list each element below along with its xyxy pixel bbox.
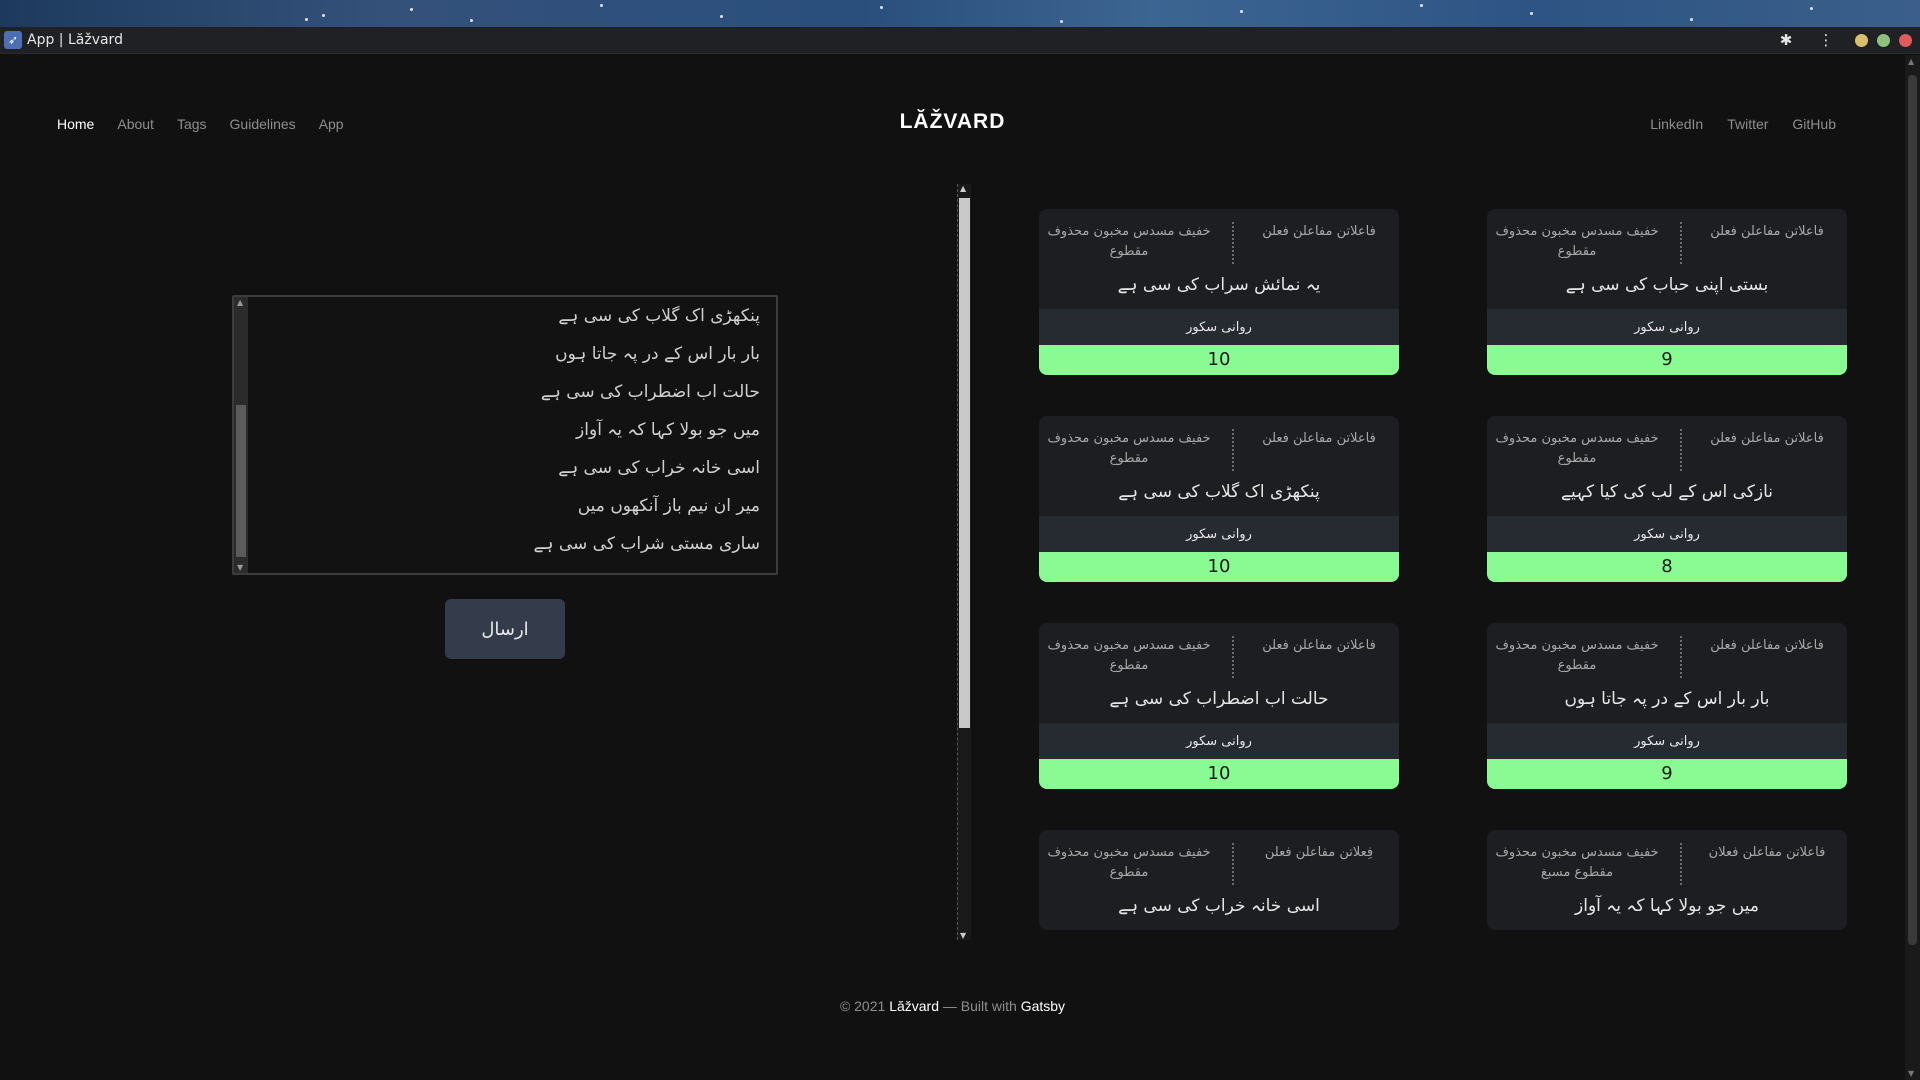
textarea-content: پنکھڑی اک گلاب کی سی ہے بار بار اس کے در…: [534, 297, 760, 563]
score-value: 8: [1487, 552, 1847, 582]
scrollbar-thumb[interactable]: [959, 198, 970, 728]
scroll-up-icon[interactable]: ▲: [237, 298, 243, 307]
verse-text: اسی خانہ خراب کی سی ہے: [1118, 896, 1320, 916]
poem-line: پنکھڑی اک گلاب کی سی ہے: [558, 306, 760, 326]
score-label: روانی سکور: [1487, 723, 1847, 759]
verse-text: بستی اپنی حباب کی سی ہے: [1565, 275, 1769, 295]
footer-built-with: — Built with: [939, 998, 1021, 1014]
verse-text: حالت اب اضطراب کی سی ہے: [1109, 689, 1329, 709]
verse-text: بار بار اس کے در پہ جاتا ہوں: [1564, 689, 1770, 709]
window-title: App | Lăžvard: [27, 32, 123, 48]
meter-pattern: فِعلاتن مفاعلن فعلن: [1264, 845, 1374, 860]
meter-pattern: فاعلاتن مفاعلن فعلن: [1262, 638, 1376, 653]
meter-pattern: فاعلاتن مفاعلن فعلن: [1710, 224, 1824, 239]
score-label: روانی سکور: [1039, 309, 1399, 345]
nav-github[interactable]: GitHub: [1792, 116, 1836, 132]
result-card: خفیف مسدس مخبون محذوف مقطوع فاعلاتن مفاعل…: [1487, 416, 1847, 582]
meter-pattern: فاعلاتن مفاعلن فعلن: [1710, 431, 1824, 446]
maximize-button[interactable]: [1877, 33, 1890, 47]
footer: © 2021 Lăžvard — Built with Gatsby: [0, 998, 1905, 1014]
app-icon: ➶: [4, 31, 22, 49]
desktop-wallpaper: [0, 0, 1920, 27]
divider: [1232, 222, 1234, 264]
meter-pattern: فاعلاتن مفاعلن فعلن: [1710, 638, 1824, 653]
poem-line: میں جو بولا کہا کہ یہ آواز: [576, 420, 760, 440]
score-value: 10: [1039, 345, 1399, 375]
scroll-down-icon[interactable]: ▼: [237, 563, 243, 572]
meter-name: خفیف مسدس مخبون محذوف مقطوع مسبغ: [1495, 845, 1659, 880]
score-value: 10: [1039, 759, 1399, 789]
result-card: خفیف مسدس مخبون محذوف مقطوع فاعلاتن مفاعل…: [1039, 416, 1399, 582]
result-card: خفیف مسدس مخبون محذوف مقطوع فِعلاتن مفاعل…: [1039, 830, 1399, 930]
results-grid: خفیف مسدس مخبون محذوف مقطوع فاعلاتن مفاعل…: [1039, 209, 1847, 940]
poem-line: حالت اب اضطراب کی سی ہے: [540, 382, 760, 402]
submit-button[interactable]: ارسال: [445, 599, 565, 659]
footer-brand-link[interactable]: Lăžvard: [889, 998, 939, 1014]
poem-line: میر ان نیم باز آنکھوں میں: [577, 496, 760, 516]
meter-pattern: فاعلاتن مفاعلن فعلن: [1262, 431, 1376, 446]
result-card: خفیف مسدس مخبون محذوف مقطوع فاعلاتن مفاعل…: [1487, 623, 1847, 789]
scrollbar-thumb[interactable]: [236, 405, 246, 557]
close-button[interactable]: [1899, 33, 1912, 47]
score-value: 9: [1487, 759, 1847, 789]
meter-name: خفیف مسدس مخبون محذوف مقطوع: [1047, 638, 1211, 673]
score-value: 10: [1039, 552, 1399, 582]
verse-text: میں جو بولا کہا کہ یہ آواز: [1575, 896, 1759, 916]
poem-line: ساری مستی شراب کی سی ہے: [533, 534, 760, 554]
site-brand[interactable]: LĂŽVARD: [0, 110, 1905, 134]
divider: [1232, 843, 1234, 885]
meter-pattern: فاعلاتن مفاعلن فعلن: [1262, 224, 1376, 239]
verse-text: یہ نمائش سراب کی سی ہے: [1117, 275, 1321, 295]
score-value: 9: [1487, 345, 1847, 375]
meter-name: خفیف مسدس مخبون محذوف مقطوع: [1047, 224, 1211, 259]
meter-name: خفیف مسدس مخبون محذوف مقطوع: [1495, 431, 1659, 466]
meter-name: خفیف مسدس مخبون محذوف مقطوع: [1495, 224, 1659, 259]
meter-name: خفیف مسدس مخبون محذوف مقطوع: [1047, 845, 1211, 880]
divider: [1680, 222, 1682, 264]
divider: [1232, 429, 1234, 471]
divider: [1680, 429, 1682, 471]
scroll-up-icon[interactable]: ▲: [960, 184, 966, 193]
footer-copyright: © 2021: [839, 998, 890, 1014]
divider: [1680, 636, 1682, 678]
poem-input-textarea[interactable]: ▲ ▼ پنکھڑی اک گلاب کی سی ہے بار بار اس ک…: [232, 295, 778, 575]
result-card: خفیف مسدس مخبون محذوف مقطوع فاعلاتن مفاعل…: [1039, 623, 1399, 789]
minimize-button[interactable]: [1855, 33, 1868, 47]
meter-pattern: فاعلاتن مفاعلن فعلان: [1708, 845, 1826, 860]
page-scrollbar[interactable]: ▲ ▼: [1905, 55, 1920, 1080]
scroll-down-icon[interactable]: ▼: [1908, 1069, 1914, 1078]
meter-name: خفیف مسدس مخبون محذوف مقطوع: [1495, 638, 1659, 673]
score-label: روانی سکور: [1039, 516, 1399, 552]
extensions-icon[interactable]: ✱: [1766, 27, 1806, 54]
footer-gatsby-link[interactable]: Gatsby: [1021, 998, 1065, 1014]
result-card: خفیف مسدس مخبون محذوف مقطوع فاعلاتن مفاعل…: [1039, 209, 1399, 375]
results-scrollbar[interactable]: ▲ ▼: [957, 184, 971, 940]
meter-name: خفیف مسدس مخبون محذوف مقطوع: [1047, 431, 1211, 466]
scroll-down-icon[interactable]: ▼: [960, 931, 966, 940]
scrollbar-thumb[interactable]: [1908, 75, 1917, 945]
poem-line: بار بار اس کے در پہ جاتا ہوں: [555, 344, 760, 364]
divider: [1680, 843, 1682, 885]
verse-text: پنکھڑی اک گلاب کی سی ہے: [1118, 482, 1320, 502]
nav-twitter[interactable]: Twitter: [1727, 116, 1768, 132]
textarea-scrollbar[interactable]: ▲ ▼: [234, 297, 248, 573]
menu-kebab-icon[interactable]: ⋮: [1806, 27, 1846, 54]
social-nav: LinkedIn Twitter GitHub: [1650, 116, 1836, 132]
nav-linkedin[interactable]: LinkedIn: [1650, 116, 1703, 132]
scroll-up-icon[interactable]: ▲: [1908, 57, 1914, 66]
score-label: روانی سکور: [1039, 723, 1399, 759]
score-label: روانی سکور: [1487, 516, 1847, 552]
poem-line: اسی خانہ خراب کی سی ہے: [558, 458, 760, 478]
score-label: روانی سکور: [1487, 309, 1847, 345]
result-card: خفیف مسدس مخبون محذوف مقطوع فاعلاتن مفاعل…: [1487, 209, 1847, 375]
divider: [1232, 636, 1234, 678]
result-card: خفیف مسدس مخبون محذوف مقطوع مسبغ فاعلاتن …: [1487, 830, 1847, 930]
verse-text: نازکی اس کے لب کی کیا کہیے: [1560, 482, 1774, 502]
window-titlebar: ➶ App | Lăžvard ✱ ⋮: [0, 27, 1920, 54]
